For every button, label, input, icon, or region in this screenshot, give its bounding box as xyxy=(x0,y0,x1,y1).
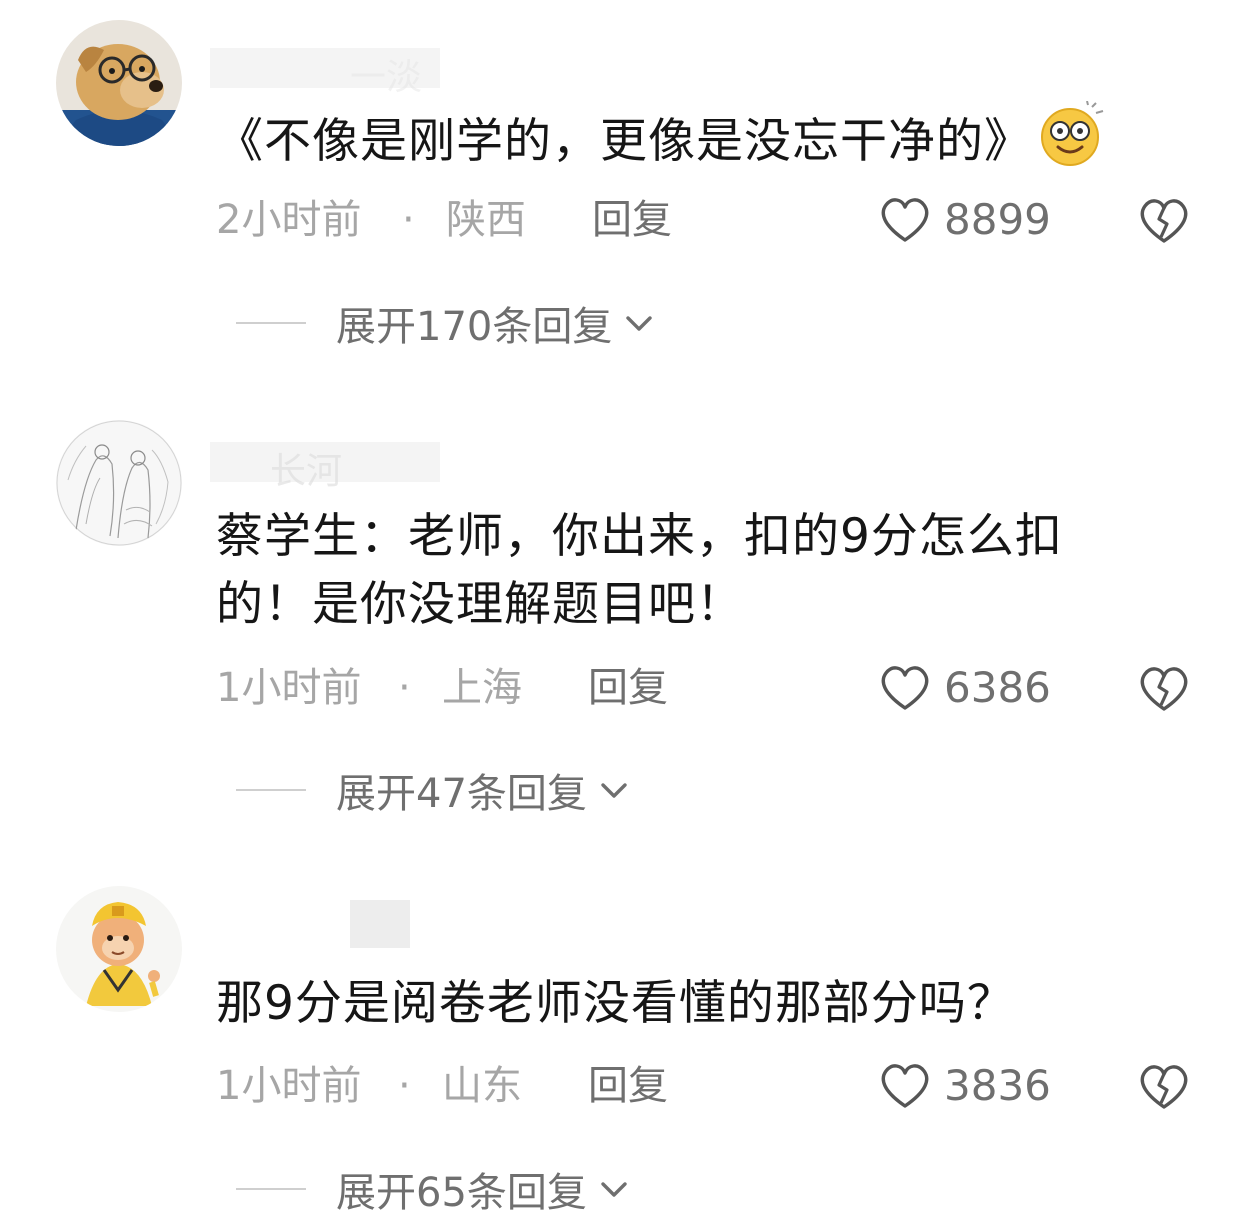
comment-text-line-2: 的！是你没理解题目吧！ xyxy=(216,577,744,632)
meta-separator: · xyxy=(402,197,415,243)
comment-location: 陕西 xyxy=(446,197,526,243)
like-count: 8899 xyxy=(944,195,1051,244)
expand-replies-label: 展开170条回复 xyxy=(336,304,613,350)
like-button[interactable]: 6386 xyxy=(878,658,1051,718)
comment-text-content: 那9分是阅卷老师没看懂的那部分吗？ xyxy=(216,976,1015,1031)
comment-text: 蔡学生：老师，你出来，扣的9分怎么扣 的！是你没理解题目吧！ xyxy=(216,503,1176,639)
comment-meta: 1小时前 · 山东 回复 3836 xyxy=(216,1056,1206,1116)
like-count: 6386 xyxy=(944,663,1051,712)
divider-line xyxy=(236,322,306,324)
username-blurred[interactable]: 一淡 xyxy=(210,44,450,98)
like-count: 3836 xyxy=(944,1061,1051,1110)
avatar-dog-with-glasses[interactable] xyxy=(56,20,182,146)
comment-location: 山东 xyxy=(442,1063,522,1109)
heart-outline-icon xyxy=(881,666,929,710)
broken-heart-icon[interactable] xyxy=(1136,193,1192,249)
reply-button[interactable]: 回复 xyxy=(588,658,668,718)
monkey-avatar-image xyxy=(56,886,182,1012)
comment-text-content: 《不像是刚学的，更像是没忘干净的》 xyxy=(216,114,1032,169)
comment-time: 2小时前 xyxy=(216,197,362,243)
expand-replies-button[interactable]: 展开47条回复 xyxy=(236,760,631,820)
chevron-down-icon xyxy=(601,1182,627,1197)
expand-replies-button[interactable]: 展开170条回复 xyxy=(236,293,656,353)
comment-time: 1小时前 xyxy=(216,1063,362,1109)
reply-button[interactable]: 回复 xyxy=(592,190,672,250)
chevron-down-icon xyxy=(626,316,653,331)
comment-location: 上海 xyxy=(442,665,522,711)
username-text: 长河 xyxy=(270,451,343,492)
like-button[interactable]: 8899 xyxy=(878,190,1051,250)
avatar-sketch-figures[interactable] xyxy=(56,420,182,546)
comment-text-line-1: 蔡学生：老师，你出来，扣的9分怎么扣 xyxy=(216,509,1063,564)
dog-avatar-image xyxy=(56,20,182,146)
comment-meta: 2小时前 · 陕西 回复 8899 xyxy=(216,190,1206,250)
avatar-cartoon-monkey[interactable] xyxy=(56,886,182,1012)
broken-heart-icon[interactable] xyxy=(1136,1059,1192,1115)
broken-heart-icon[interactable] xyxy=(1136,661,1192,717)
heart-outline-icon xyxy=(881,198,929,242)
comment-text: 那9分是阅卷老师没看懂的那部分吗？ xyxy=(216,970,1176,1038)
expand-replies-button[interactable]: 展开65条回复 xyxy=(236,1159,631,1219)
divider-line xyxy=(236,789,306,791)
expand-replies-label: 展开47条回复 xyxy=(336,771,587,817)
reply-button[interactable]: 回复 xyxy=(588,1056,668,1116)
comment-meta: 1小时前 · 上海 回复 6386 xyxy=(216,658,1206,718)
dizzy-face-emoji-icon xyxy=(1040,100,1106,186)
comment-time: 1小时前 xyxy=(216,665,362,711)
heart-outline-icon xyxy=(881,1064,929,1108)
username-blurred[interactable] xyxy=(210,900,410,948)
meta-separator: · xyxy=(398,1063,411,1109)
username-text: 一淡 xyxy=(350,57,423,98)
meta-separator: · xyxy=(398,665,411,711)
sketch-avatar-image xyxy=(56,420,182,546)
comment-text: 《不像是刚学的，更像是没忘干净的》 xyxy=(216,100,1176,186)
like-button[interactable]: 3836 xyxy=(878,1056,1051,1116)
username-blurred[interactable]: 长河 xyxy=(210,438,450,492)
expand-replies-label: 展开65条回复 xyxy=(336,1170,587,1216)
divider-line xyxy=(236,1188,306,1190)
chevron-down-icon xyxy=(601,783,627,798)
